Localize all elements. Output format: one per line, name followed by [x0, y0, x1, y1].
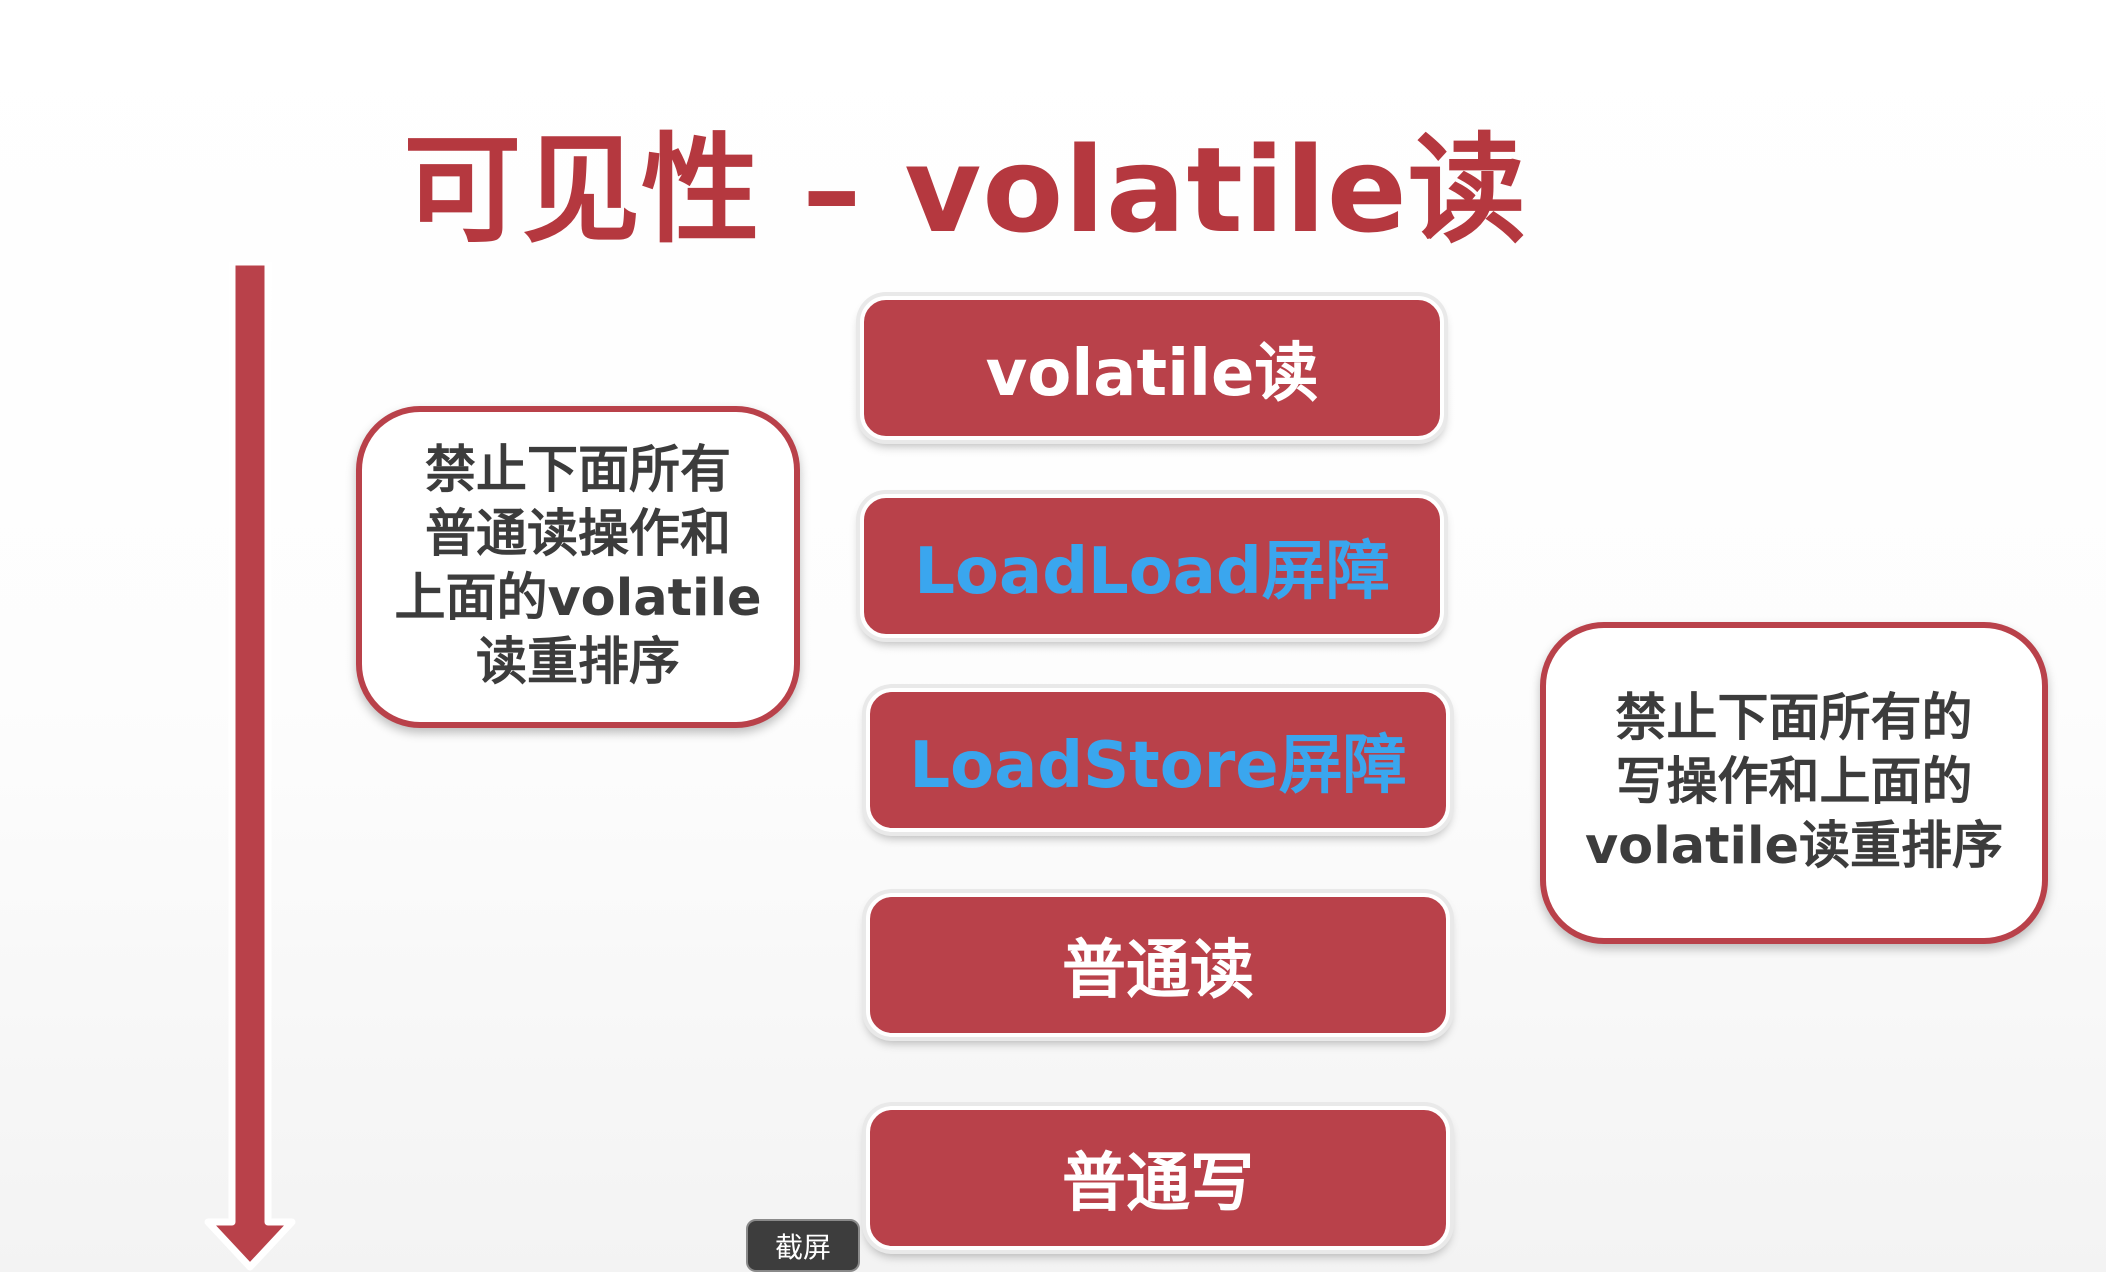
- step-label: LoadStore屏障: [909, 729, 1407, 803]
- step-label: 普通写: [1062, 1147, 1254, 1221]
- right-note-callout: 禁止下面所有的 写操作和上面的 volatile读重排序: [1540, 622, 2048, 944]
- screenshot-tooltip: 截屏: [746, 1219, 860, 1272]
- note-line: 读重排序: [475, 633, 680, 692]
- note-line: 普通读操作和: [424, 505, 731, 564]
- normal-read-step: 普通读: [866, 893, 1450, 1037]
- note-line: 上面的volatile: [394, 569, 762, 628]
- right-note-text: 禁止下面所有的 写操作和上面的 volatile读重排序: [1585, 687, 2003, 879]
- volatile-read-step: volatile读: [860, 296, 1444, 440]
- note-line: 禁止下面所有的: [1615, 689, 1973, 748]
- step-label: 普通读: [1062, 934, 1254, 1008]
- down-arrow-icon: [204, 262, 296, 1271]
- note-line: volatile读重排序: [1584, 817, 2004, 876]
- note-line: 禁止下面所有: [424, 441, 731, 500]
- step-label: LoadLoad屏障: [914, 535, 1390, 609]
- loadstore-barrier-step: LoadStore屏障: [866, 688, 1450, 832]
- note-line: 写操作和上面的: [1615, 753, 1973, 812]
- slide-title: 可见性 – volatile读: [403, 121, 1527, 259]
- left-note-callout: 禁止下面所有 普通读操作和 上面的volatile 读重排序: [356, 406, 800, 728]
- normal-write-step: 普通写: [866, 1106, 1450, 1250]
- loadload-barrier-step: LoadLoad屏障: [860, 494, 1444, 638]
- step-label: volatile读: [985, 337, 1319, 411]
- left-note-text: 禁止下面所有 普通读操作和 上面的volatile 读重排序: [394, 439, 761, 695]
